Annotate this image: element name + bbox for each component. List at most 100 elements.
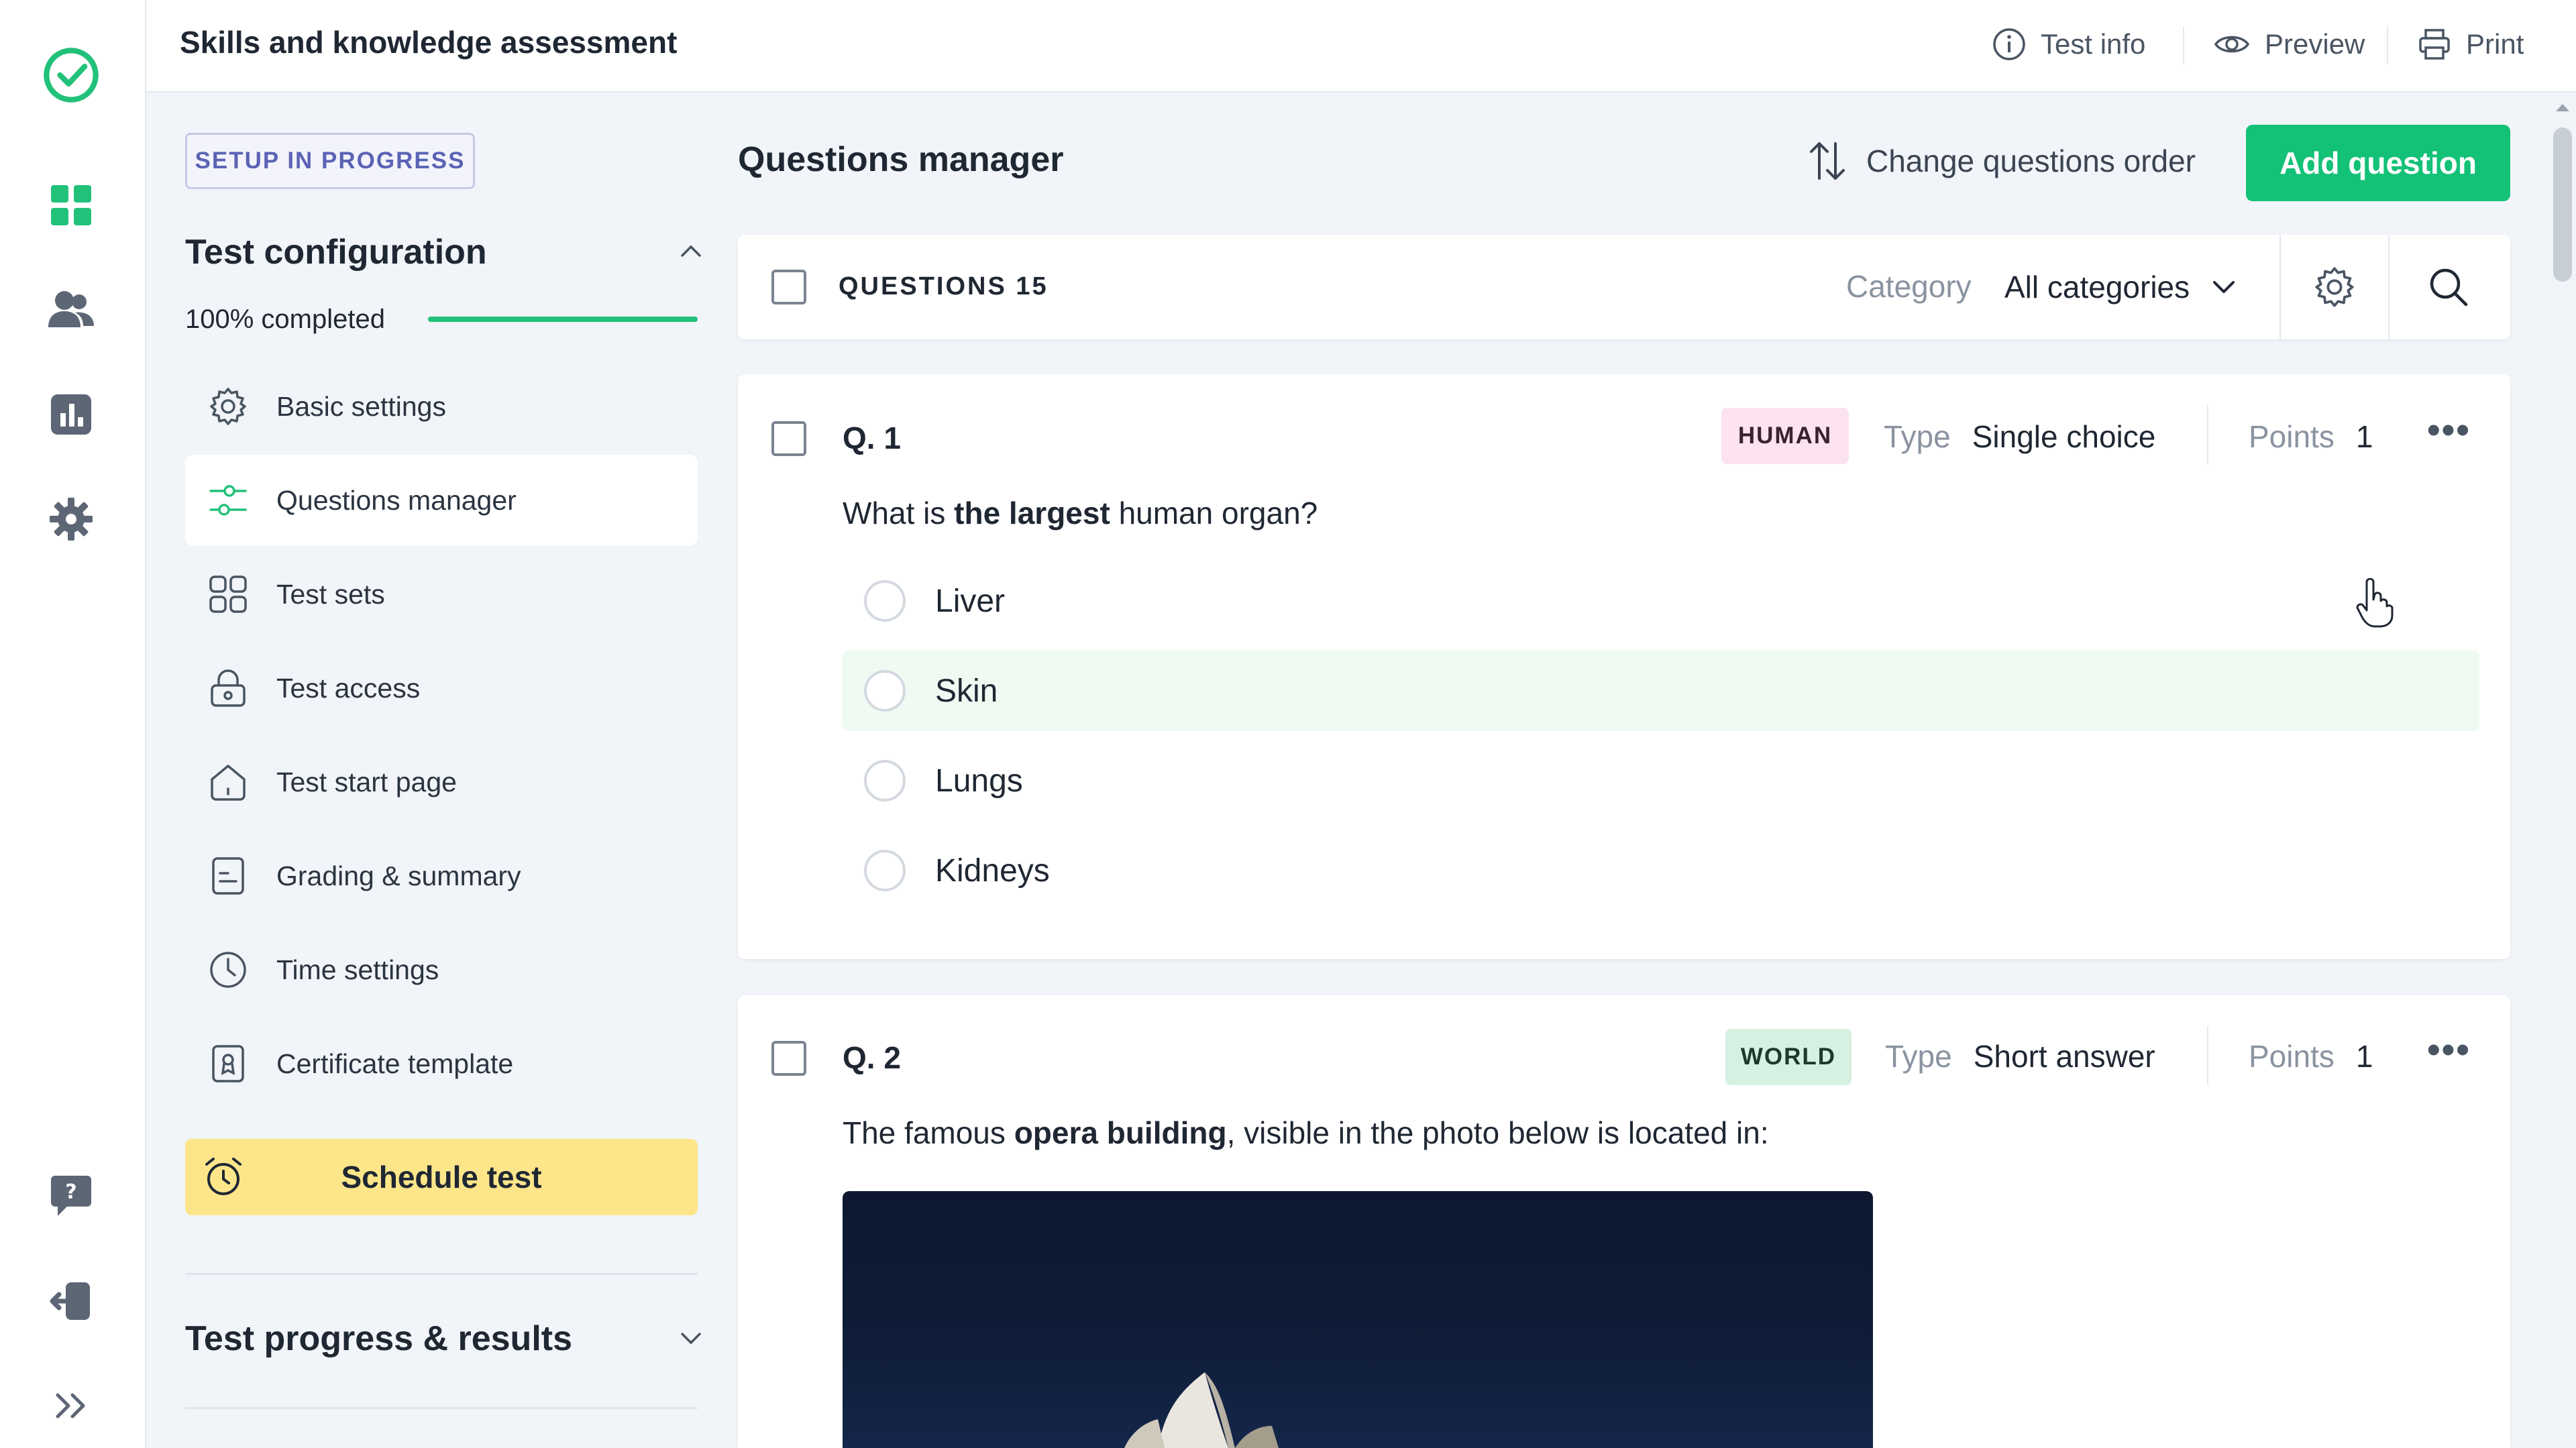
sidebar-item-label: Time settings — [276, 954, 439, 985]
more-options-icon[interactable]: ••• — [2427, 1027, 2471, 1071]
question-type: Type Short answer — [1885, 1038, 2155, 1074]
separator — [2207, 1026, 2208, 1085]
answer-option[interactable]: Lungs — [843, 740, 2479, 821]
help-icon[interactable]: ? — [42, 1167, 101, 1226]
radio-button[interactable] — [864, 850, 906, 891]
printer-icon — [2419, 29, 2450, 60]
sidebar-item-test-access[interactable]: Test access — [185, 643, 698, 734]
logout-icon[interactable] — [42, 1272, 101, 1331]
home-icon — [207, 761, 250, 803]
top-separator — [2183, 27, 2184, 64]
sidebar-item-questions-manager[interactable]: Questions manager — [185, 455, 698, 546]
question-number: Q. 2 — [843, 1040, 901, 1075]
sidebar-item-test-start-page[interactable]: Test start page — [185, 736, 698, 828]
chevron-down-icon[interactable] — [680, 1332, 702, 1345]
test-info-label: Test info — [2041, 28, 2146, 60]
test-info-button[interactable]: Test info — [1992, 23, 2145, 66]
answer-option[interactable]: Liver — [843, 561, 2479, 641]
scrollbar-track[interactable] — [2549, 93, 2576, 1448]
test-configuration-title[interactable]: Test configuration — [185, 232, 487, 272]
type-value: Short answer — [1973, 1039, 2155, 1074]
category-value: All categories — [2004, 270, 2190, 304]
config-sidebar: SETUP IN PROGRESS Test configuration 100… — [146, 93, 737, 1448]
progress-label: 100% completed — [185, 304, 385, 334]
test-progress-results-title[interactable]: Test progress & results — [185, 1319, 572, 1359]
question-type: Type Single choice — [1884, 419, 2155, 455]
question-checkbox[interactable] — [771, 421, 806, 456]
schedule-test-label: Schedule test — [341, 1160, 542, 1194]
radio-button[interactable] — [864, 670, 906, 712]
status-badge: SETUP IN PROGRESS — [185, 133, 475, 189]
radio-button[interactable] — [864, 760, 906, 801]
category-label: Category — [1846, 269, 1972, 304]
sidebar-item-certificate-template[interactable]: Certificate template — [185, 1018, 698, 1109]
document-icon — [207, 854, 250, 897]
reports-icon[interactable] — [42, 385, 101, 444]
question-points: Points 1 — [2249, 419, 2373, 455]
sidebar-item-test-sets[interactable]: Test sets — [185, 549, 698, 640]
answer-text: Lungs — [935, 763, 1023, 799]
top-bar: Skills and knowledge assessment Test inf… — [146, 0, 2576, 93]
top-separator — [2387, 27, 2388, 64]
separator — [2388, 235, 2390, 339]
question-number: Q. 1 — [843, 421, 901, 455]
sort-arrows-icon — [1810, 142, 1845, 180]
opera-house-illustration — [1124, 1372, 1279, 1448]
radio-button[interactable] — [864, 580, 906, 622]
scroll-up-arrow-icon[interactable] — [2555, 102, 2571, 113]
eye-icon — [2214, 36, 2250, 53]
points-label: Points — [2249, 1039, 2334, 1074]
sidebar-item-time-settings[interactable]: Time settings — [185, 924, 698, 1015]
dashboard-icon[interactable] — [42, 176, 101, 235]
svg-text:?: ? — [65, 1180, 76, 1204]
questions-count: QUESTIONS 15 — [839, 272, 1049, 300]
sidebar-item-grading-summary[interactable]: Grading & summary — [185, 830, 698, 922]
settings-gear-icon[interactable] — [42, 490, 101, 549]
scrollbar-thumb[interactable] — [2553, 127, 2572, 282]
chevron-down-icon — [2213, 281, 2235, 293]
question-text: The famous opera building, visible in th… — [843, 1115, 1769, 1150]
print-button[interactable]: Print — [2418, 23, 2524, 66]
more-options-icon[interactable]: ••• — [2427, 408, 2471, 451]
question-checkbox[interactable] — [771, 1041, 806, 1076]
users-icon[interactable] — [42, 280, 101, 339]
sidebar-item-label: Questions manager — [276, 484, 517, 516]
logo-check-icon[interactable] — [42, 46, 101, 105]
type-label: Type — [1885, 1039, 1952, 1074]
preview-button[interactable]: Preview — [2214, 23, 2365, 66]
lock-icon — [207, 667, 250, 710]
type-label: Type — [1884, 419, 1951, 454]
question-text: What is the largest human organ? — [843, 496, 1318, 531]
sidebar-item-label: Grading & summary — [276, 860, 521, 891]
sidebar-item-label: Test sets — [276, 578, 385, 610]
answer-text: Liver — [935, 583, 1006, 619]
category-dropdown[interactable]: All categories — [2004, 262, 2235, 313]
sidebar-item-basic-settings[interactable]: Basic settings — [185, 361, 698, 452]
sliders-icon — [207, 479, 250, 522]
points-value: 1 — [2355, 1039, 2373, 1074]
clock-icon — [207, 948, 250, 991]
question-points: Points 1 — [2249, 1038, 2373, 1074]
select-all-checkbox[interactable] — [771, 270, 806, 304]
points-value: 1 — [2355, 419, 2373, 454]
category-settings-gear-icon[interactable] — [2313, 266, 2356, 309]
category-tag: HUMAN — [1721, 408, 1849, 464]
separator — [2207, 405, 2208, 464]
schedule-test-button[interactable]: Schedule test — [185, 1139, 698, 1215]
sidebar-item-label: Certificate template — [276, 1048, 514, 1079]
change-order-button[interactable]: Change questions order — [1806, 140, 2196, 182]
app-title: Skills and knowledge assessment — [180, 25, 678, 60]
certificate-icon — [207, 1042, 250, 1085]
answer-option-correct[interactable]: Skin — [843, 651, 2479, 731]
expand-icon[interactable] — [42, 1376, 101, 1435]
question-image — [843, 1191, 1873, 1448]
answer-text: Skin — [935, 673, 998, 709]
category-tag: WORLD — [1725, 1029, 1851, 1085]
questions-filter-bar: QUESTIONS 15 Category All categories — [738, 235, 2510, 339]
divider — [185, 1273, 698, 1275]
answer-option[interactable]: Kidneys — [843, 830, 2479, 911]
points-label: Points — [2249, 419, 2334, 454]
add-question-button[interactable]: Add question — [2246, 125, 2510, 201]
search-icon[interactable] — [2427, 266, 2470, 309]
chevron-up-icon[interactable] — [680, 244, 702, 258]
